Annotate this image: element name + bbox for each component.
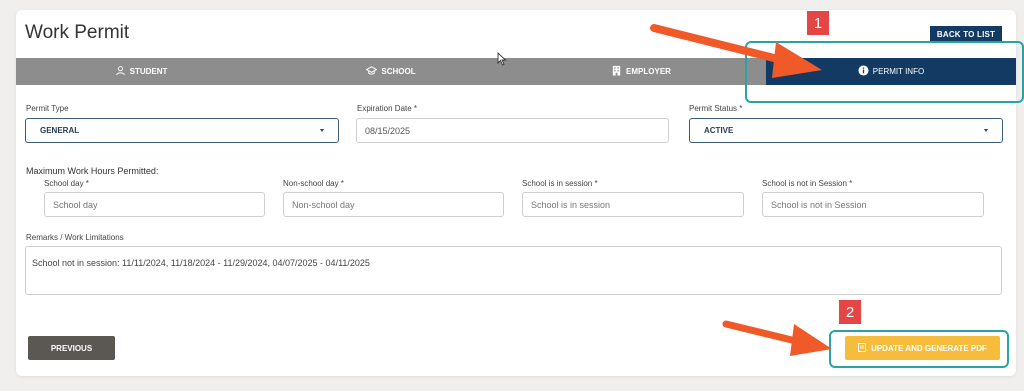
building-icon <box>611 65 622 78</box>
school-day-label: School day * <box>44 179 89 188</box>
not-in-session-label: School is not in Session * <box>762 179 853 188</box>
chevron-down-icon <box>984 129 988 132</box>
permit-status-select[interactable]: ACTIVE <box>689 118 1003 143</box>
generate-button-highlight <box>829 330 1009 368</box>
non-school-day-placeholder: Non-school day <box>292 199 355 210</box>
permit-type-value: GENERAL <box>40 126 80 135</box>
permit-type-select[interactable]: GENERAL <box>25 118 339 143</box>
expiration-date-label: Expiration Date * <box>357 104 418 113</box>
previous-button[interactable]: PREVIOUS <box>28 336 115 360</box>
school-day-placeholder: School day <box>53 199 98 210</box>
remarks-textarea[interactable]: School not in session: 11/11/2024, 11/18… <box>25 246 1002 295</box>
arrow-2-icon <box>722 320 832 356</box>
mouse-cursor-icon <box>497 52 507 66</box>
expiration-date-value: 08/15/2025 <box>365 125 411 136</box>
in-session-label: School is in session * <box>522 179 598 188</box>
chevron-down-icon <box>320 129 324 132</box>
expiration-date-field[interactable]: 08/15/2025 <box>356 118 669 143</box>
in-session-field[interactable]: School is in session <box>522 192 744 217</box>
arrow-1-icon <box>650 24 822 78</box>
not-in-session-placeholder: School is not in Session <box>771 199 867 210</box>
non-school-day-label: Non-school day * <box>283 179 344 188</box>
back-to-list-button[interactable]: BACK TO LIST <box>930 26 1002 42</box>
non-school-day-field[interactable]: Non-school day <box>283 192 504 217</box>
graduation-cap-icon <box>365 65 378 78</box>
step-badge-2: 2 <box>839 300 861 324</box>
permit-status-value: ACTIVE <box>704 126 734 135</box>
tab-student[interactable]: STUDENT <box>16 58 266 85</box>
remarks-value: School not in session: 11/11/2024, 11/18… <box>32 258 370 268</box>
max-hours-heading: Maximum Work Hours Permitted: <box>26 166 159 176</box>
remarks-label: Remarks / Work Limitations <box>26 233 124 242</box>
tab-school[interactable]: SCHOOL <box>266 58 516 85</box>
tab-student-label: STUDENT <box>129 67 168 76</box>
user-icon <box>115 65 126 78</box>
school-day-field[interactable]: School day <box>44 192 265 217</box>
page-title: Work Permit <box>25 22 130 43</box>
permit-type-label: Permit Type <box>26 104 69 113</box>
tab-school-label: SCHOOL <box>381 67 416 76</box>
permit-status-label: Permit Status * <box>689 104 743 113</box>
not-in-session-field[interactable]: School is not in Session <box>762 192 984 217</box>
in-session-placeholder: School is in session <box>531 199 611 210</box>
